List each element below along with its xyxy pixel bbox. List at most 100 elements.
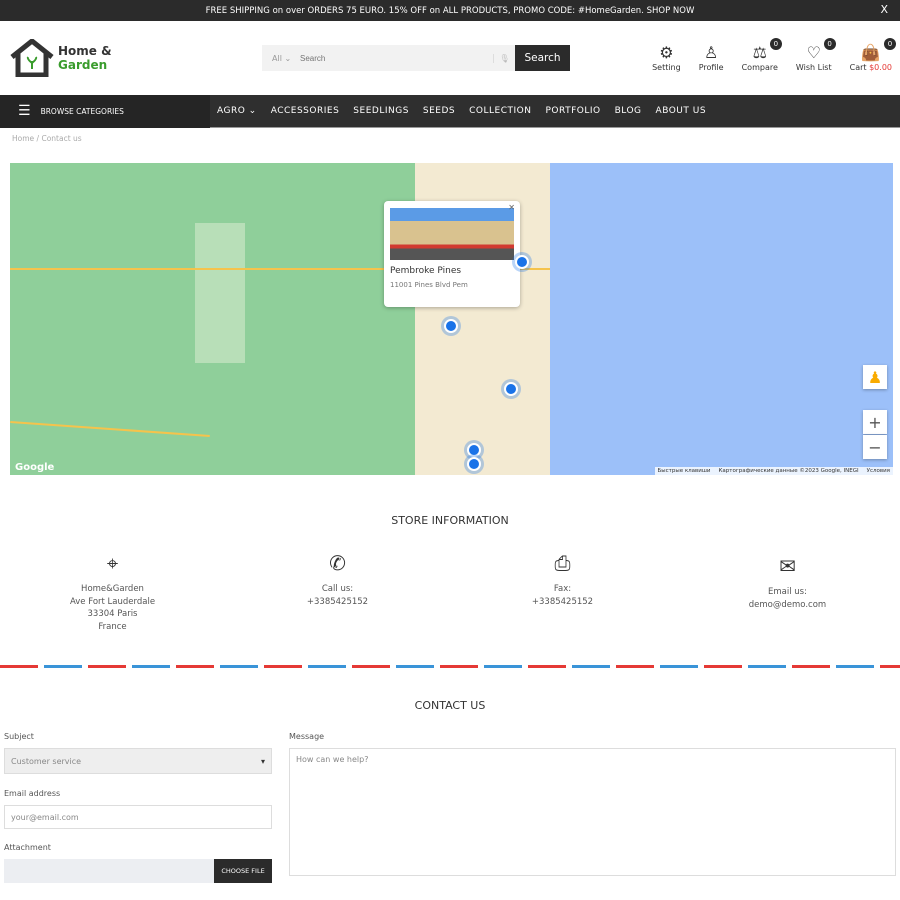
popup-address: 11001 Pines Blvd Pem: [390, 281, 468, 289]
choose-file-button[interactable]: CHOOSE FILE: [214, 859, 272, 883]
attachment-label: Attachment: [4, 843, 51, 852]
logo[interactable]: Home & Garden: [10, 39, 112, 77]
setting-button[interactable]: ⚙ Setting: [652, 43, 681, 72]
breadcrumb: Home / Contact us: [12, 134, 82, 143]
nav-seeds[interactable]: SEEDS: [423, 106, 455, 116]
map-road: [10, 421, 210, 437]
browse-label: BROWSE CATEGORIES: [40, 106, 124, 116]
label: Wish List: [795, 63, 832, 72]
store-photo: [390, 208, 514, 260]
contact-title: CONTACT US: [414, 699, 486, 712]
close-icon[interactable]: X: [880, 3, 888, 16]
map-data-text: Картографические данные ©2023 Google, IN…: [718, 468, 859, 474]
fax-label: Fax:: [553, 584, 572, 594]
popup-title: Pembroke Pines: [390, 266, 462, 276]
nav-portfolio[interactable]: PORTFOLIO: [545, 106, 600, 116]
phone-number[interactable]: +3385425152: [225, 596, 450, 609]
google-logo: Google: [15, 462, 55, 473]
nav-seedlings[interactable]: SEEDLINGS: [353, 106, 409, 116]
map-marker[interactable]: [504, 382, 518, 396]
nav-blog[interactable]: BLOG: [615, 106, 642, 116]
main-nav: ☰ BROWSE CATEGORIES AGRO ⌄ ACCESSORIES SE…: [0, 94, 900, 128]
google-map[interactable]: ✕ Pembroke Pines 11001 Pines Blvd Pem ♟ …: [10, 163, 893, 475]
map-attribution: Быстрые клавиши Картографические данные …: [654, 467, 893, 475]
store-info-title: STORE INFORMATION: [391, 514, 509, 527]
airmail-divider: [0, 665, 900, 668]
call-label: Call us:: [321, 584, 354, 594]
fax-block: ⎙ Fax: +3385425152: [450, 551, 675, 633]
caret-down-icon: ▾: [260, 756, 265, 766]
terms-link[interactable]: Условия: [867, 468, 890, 474]
browse-categories-button[interactable]: ☰ BROWSE CATEGORIES: [0, 94, 210, 128]
microphone-icon[interactable]: 🎙: [493, 53, 515, 63]
map-marker[interactable]: [444, 319, 458, 333]
nav-accessories[interactable]: ACCESSORIES: [271, 106, 340, 116]
logo-line2: Garden: [58, 58, 108, 72]
attachment-input[interactable]: CHOOSE FILE: [4, 859, 272, 883]
category-value: All: [272, 53, 282, 63]
label: Compare: [741, 63, 778, 72]
house-icon: [10, 39, 54, 77]
search-bar: All ⌄ 🎙 Search: [262, 45, 570, 71]
map-marker[interactable]: [467, 443, 481, 457]
subject-label: Subject: [4, 732, 34, 741]
breadcrumb-current: Contact us: [41, 134, 82, 143]
scale-icon: ⚖: [752, 43, 767, 62]
search-input[interactable]: [300, 53, 493, 63]
map-marker[interactable]: [467, 457, 481, 471]
cart-button[interactable]: 👜 0 Cart $0.00: [849, 38, 896, 72]
bag-icon: 👜: [860, 43, 881, 62]
gear-icon: ⚙: [659, 43, 674, 62]
address-line: Ave Fort Lauderdale: [69, 596, 156, 607]
nav-about-us[interactable]: ABOUT US: [656, 106, 707, 116]
nav-agro[interactable]: AGRO ⌄: [217, 106, 257, 116]
email-field[interactable]: your@email.com: [4, 805, 272, 829]
search-button[interactable]: Search: [515, 45, 570, 71]
compare-button[interactable]: ⚖ 0 Compare: [741, 38, 782, 72]
fax-number: +3385425152: [531, 596, 594, 607]
map-info-window: ✕ Pembroke Pines 11001 Pines Blvd Pem: [384, 201, 520, 307]
map-marker[interactable]: [515, 255, 529, 269]
subject-select[interactable]: Customer service ▾: [4, 748, 272, 774]
zoom-out-button[interactable]: −: [863, 435, 887, 459]
email-label: Email us:: [768, 587, 807, 597]
phone-icon: ✆: [329, 551, 346, 575]
label: Profile: [698, 63, 724, 72]
map-sea: [550, 163, 893, 475]
subject-value: Customer service: [11, 756, 82, 766]
label: Setting: [652, 63, 681, 72]
wishlist-button[interactable]: ♡ 0 Wish List: [795, 38, 836, 72]
hamburger-icon: ☰: [18, 103, 31, 119]
email-block: ✉ Email us: demo@demo.com: [675, 556, 900, 633]
wishlist-count: 0: [823, 38, 836, 50]
email-link[interactable]: demo@demo.com: [675, 599, 900, 612]
user-icon: ♙: [703, 43, 719, 62]
message-label: Message: [289, 732, 325, 741]
label: Cart: [849, 63, 867, 72]
location-pin-icon: ⌖: [106, 551, 119, 575]
message-textarea[interactable]: How can we help?: [289, 748, 896, 876]
address-line: Home&Garden: [81, 584, 144, 594]
close-icon[interactable]: ✕: [508, 203, 515, 212]
profile-button[interactable]: ♙ Profile: [699, 43, 724, 72]
logo-line1: Home &: [58, 44, 112, 58]
address-block: ⌖ Home&Garden Ave Fort Lauderdale 33304 Pa…: [0, 551, 225, 633]
breadcrumb-home[interactable]: Home: [12, 134, 34, 143]
email-label: Email address: [4, 789, 61, 798]
cart-amount: $0.00: [869, 63, 892, 72]
heart-icon: ♡: [806, 43, 821, 62]
compare-count: 0: [769, 38, 782, 50]
address-line: France: [98, 621, 127, 632]
promo-text: FREE SHIPPING on over ORDERS 75 EURO. 15…: [205, 5, 695, 16]
nav-label: AGRO: [217, 106, 246, 116]
address-line: 33304 Paris: [87, 609, 138, 619]
keyboard-shortcuts-link[interactable]: Быстрые клавиши: [658, 468, 711, 474]
category-select[interactable]: All ⌄: [262, 54, 300, 63]
promo-bar: FREE SHIPPING on over ORDERS 75 EURO. 15…: [0, 0, 900, 21]
cart-count: 0: [884, 38, 896, 50]
nav-collection[interactable]: COLLECTION: [469, 106, 531, 116]
pegman-icon[interactable]: ♟: [863, 365, 887, 389]
printer-icon: ⎙: [554, 551, 571, 575]
zoom-in-button[interactable]: +: [863, 410, 887, 434]
store-info: ⌖ Home&Garden Ave Fort Lauderdale 33304 Pa…: [0, 551, 900, 633]
